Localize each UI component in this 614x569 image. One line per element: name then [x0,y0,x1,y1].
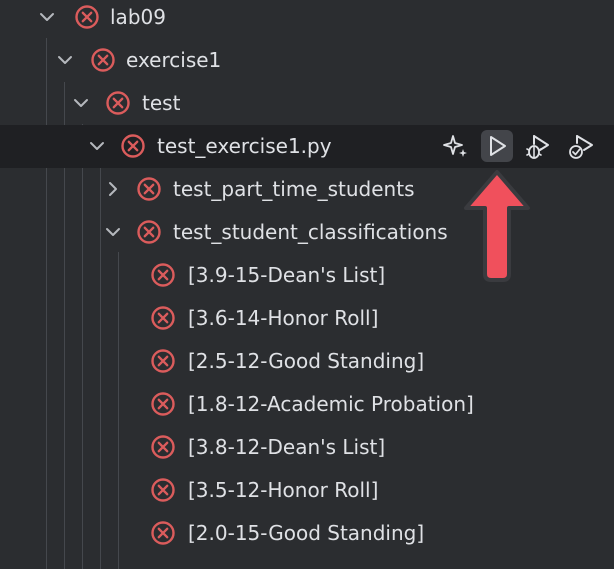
tree-node-lab09[interactable]: lab09 [0,0,614,39]
test-failed-icon [150,477,176,503]
sparkle-icon[interactable] [440,130,472,162]
chevron-down-icon[interactable] [56,51,74,69]
tree-node-label: [2.5-12-Good Standing] [188,349,425,373]
row-action-toolbar [0,125,614,168]
test-failed-icon [150,434,176,460]
test-failed-icon [150,348,176,374]
tree-node-test-case[interactable]: [1.8-12-Academic Probation] [0,383,614,426]
tree-node-label: test_part_time_students [173,177,415,201]
tree-node-test-case[interactable]: [2.0-15-Good Standing] [0,512,614,555]
test-failed-icon [136,219,162,245]
debug-icon[interactable] [522,130,554,162]
test-failed-icon [150,305,176,331]
test-results-tree: lab09 exercise1 test test_exercise1.py t… [0,0,614,569]
tree-node-label: [1.8-12-Academic Probation] [188,392,474,416]
tree-node-label: test_student_classifications [173,220,448,244]
test-failed-icon [90,47,116,73]
tree-node-label: [3.9-15-Dean's List] [188,263,386,287]
run-icon[interactable] [481,130,513,162]
tree-node-test-case[interactable]: [2.5-12-Good Standing] [0,340,614,383]
tree-node-label: [2.0-15-Good Standing] [188,521,425,545]
tree-node-test-case[interactable]: [3.6-14-Honor Roll] [0,297,614,340]
chevron-down-icon[interactable] [38,8,56,26]
tree-node-label: lab09 [110,5,166,29]
chevron-right-icon[interactable] [104,180,122,198]
tree-node-label: [3.5-12-Honor Roll] [188,478,379,502]
tree-node-test-exercise1-py[interactable]: test_exercise1.py [0,125,614,168]
tree-node-label: [3.6-14-Honor Roll] [188,306,379,330]
callout-arrow-up-icon [462,168,532,284]
test-failed-icon [150,520,176,546]
test-failed-icon [105,90,131,116]
tree-node-label: [3.8-12-Dean's List] [188,435,386,459]
test-failed-icon [150,262,176,288]
tree-node-exercise1[interactable]: exercise1 [0,39,614,82]
tree-node-label: test [142,91,181,115]
tree-node-test-case[interactable]: [3.8-12-Dean's List] [0,426,614,469]
tree-node-label: exercise1 [126,48,222,72]
chevron-down-icon[interactable] [72,94,90,112]
tree-node-test[interactable]: test [0,82,614,125]
tree-node-test-case[interactable]: [3.5-12-Honor Roll] [0,469,614,512]
test-failed-icon [136,176,162,202]
test-failed-icon [74,4,100,30]
run-with-coverage-icon[interactable] [565,130,597,162]
chevron-down-icon[interactable] [104,223,122,241]
test-failed-icon [150,391,176,417]
